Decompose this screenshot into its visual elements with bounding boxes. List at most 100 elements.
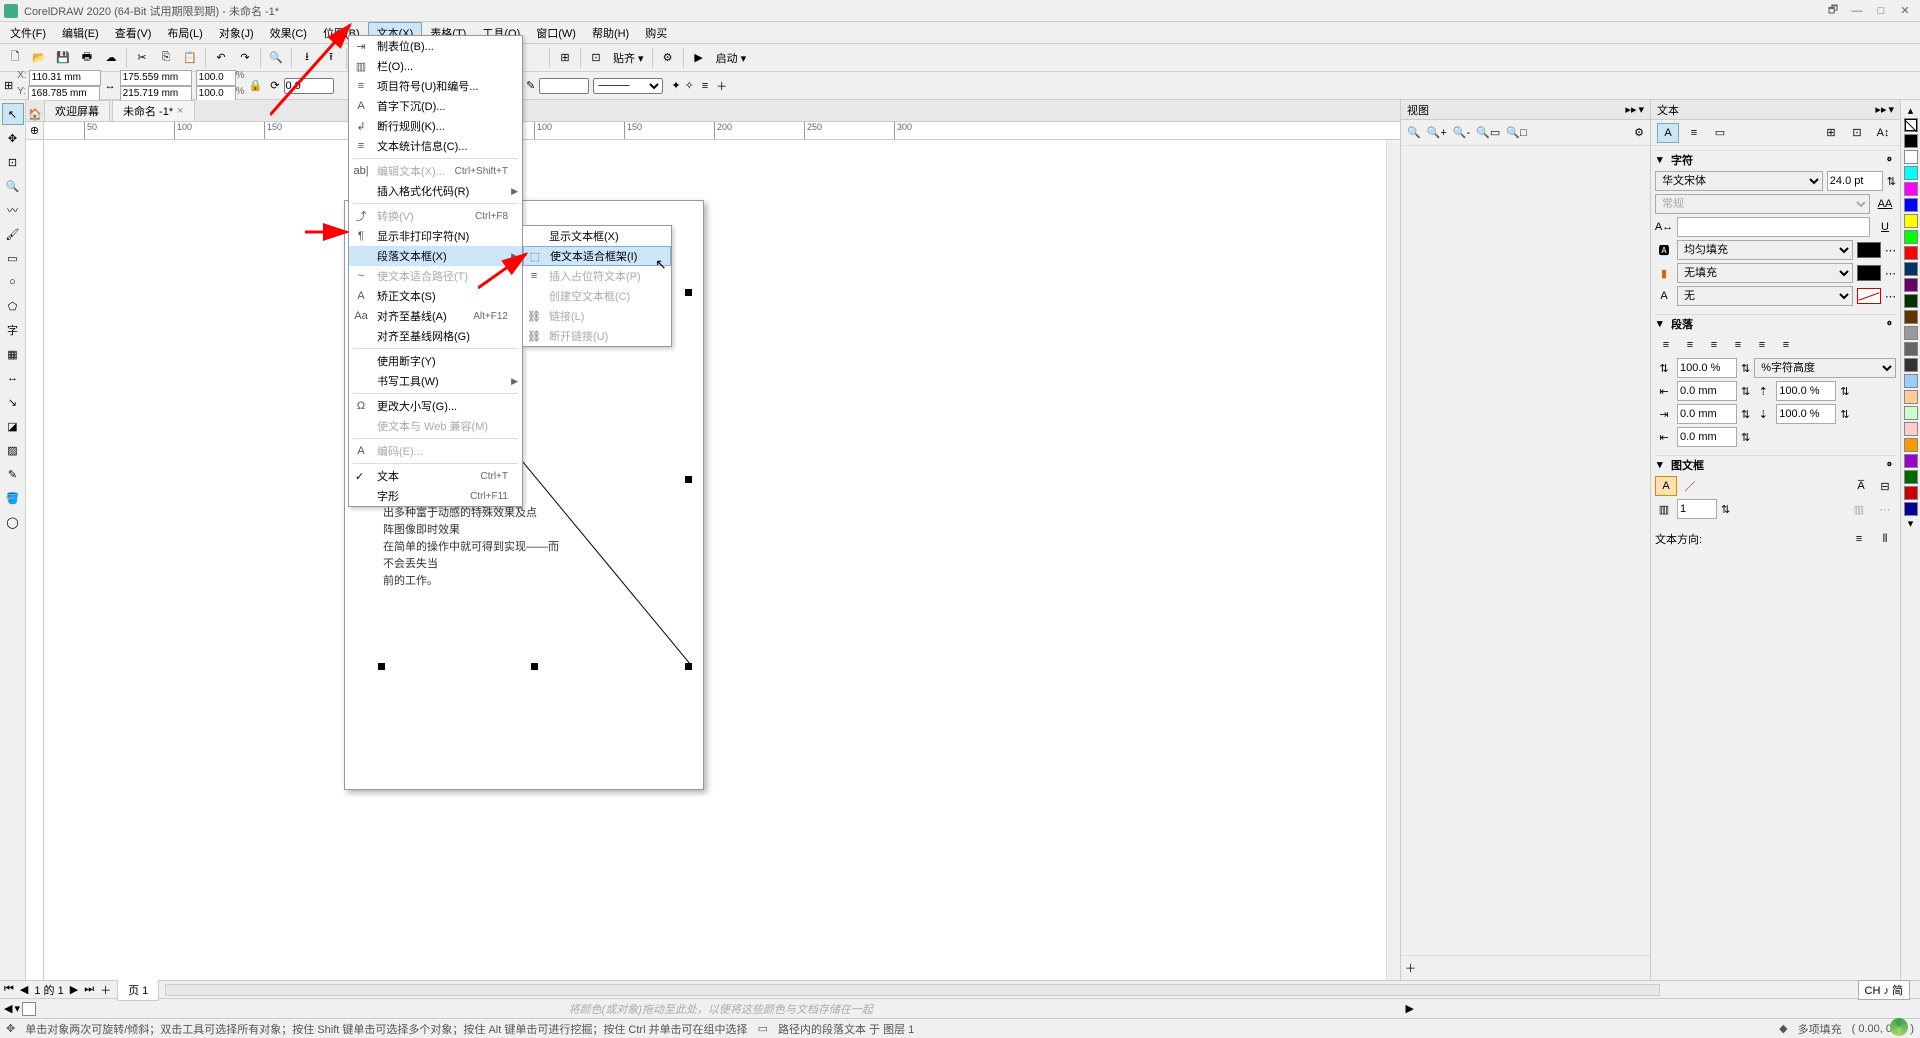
outline-style-select[interactable]: ────	[593, 78, 663, 94]
dropshadow-tool-icon[interactable]: ◪	[2, 415, 24, 437]
table-tool-icon[interactable]: ▦	[2, 343, 24, 365]
submenu-item[interactable]: 显示文本框(X)	[523, 226, 671, 246]
align-justify-icon[interactable]: ≡	[1727, 335, 1749, 355]
horizontal-ruler[interactable]: 50 100 150 200 50 100 150 200 250 300	[44, 122, 1400, 140]
outline-pen-icon[interactable]: ✎	[526, 79, 535, 92]
align-right-icon[interactable]: ≡	[1703, 335, 1725, 355]
palette-up-icon[interactable]: ▴	[1901, 104, 1920, 117]
horizontal-scrollbar[interactable]	[165, 984, 1660, 996]
frame-line-icon[interactable]: ／	[1679, 476, 1701, 496]
section-opts-icon[interactable]: ⚬	[1885, 458, 1894, 471]
dir-horizontal-icon[interactable]: ≡	[1848, 529, 1870, 549]
no-fill-swatch[interactable]	[22, 1002, 36, 1016]
page-tab[interactable]: 页 1	[117, 979, 159, 1001]
zoom-page-icon[interactable]: 🔍□	[1506, 126, 1526, 139]
zoom-out-icon[interactable]: 🔍-	[1453, 126, 1470, 139]
frame-tab-icon[interactable]: ▭	[1709, 123, 1731, 143]
crop-tool-icon[interactable]: ⊡	[2, 151, 24, 173]
indent-right-input[interactable]	[1677, 427, 1737, 447]
menu-item[interactable]: A首字下沉(D)...	[349, 96, 522, 116]
menu-item[interactable]: 插入格式化代码(R)▶	[349, 181, 522, 201]
fill-swatch-icon[interactable]: ◆	[1779, 1022, 1787, 1035]
font-style-select[interactable]: 常规	[1655, 194, 1870, 214]
color-swatch[interactable]	[1904, 230, 1918, 244]
more-icon[interactable]: ⋯	[1885, 244, 1896, 257]
panel-close-icon[interactable]: ▾	[1888, 103, 1894, 116]
color-swatch[interactable]	[1904, 134, 1918, 148]
menu-item[interactable]: Aa对齐至基线(A)Alt+F12	[349, 306, 522, 326]
panel-close-icon[interactable]: ▾	[1638, 103, 1644, 116]
para-tab-icon[interactable]: ≡	[1683, 123, 1705, 143]
color-swatch[interactable]	[1904, 166, 1918, 180]
open-icon[interactable]: 📂	[28, 47, 50, 69]
vertical-scrollbar[interactable]	[1386, 140, 1400, 980]
menu-item[interactable]: ▥栏(O)...	[349, 56, 522, 76]
menu-item[interactable]: 使用断字(Y)	[349, 351, 522, 371]
no-color-swatch[interactable]	[1904, 118, 1918, 132]
color-swatch[interactable]	[1904, 454, 1918, 468]
palette-menu-icon[interactable]: ▾	[14, 1002, 20, 1015]
freehand-tool-icon[interactable]: 〰	[2, 199, 24, 221]
launch-icon[interactable]: ▶	[688, 47, 710, 69]
paste-icon[interactable]: 📋	[179, 47, 201, 69]
effects1-icon[interactable]: ✦	[671, 79, 680, 92]
columns-input[interactable]	[1677, 499, 1717, 519]
panel-menu-icon[interactable]: ▸▸	[1875, 103, 1886, 116]
snap-dropdown[interactable]: 贴齐 ▾	[609, 50, 648, 66]
color-swatch[interactable]	[1904, 342, 1918, 356]
color-swatch[interactable]	[1904, 422, 1918, 436]
menu-edit[interactable]: 编辑(E)	[54, 23, 107, 43]
col-opt2-icon[interactable]: ⋯	[1874, 499, 1896, 519]
outline-tool-icon[interactable]: ◯	[2, 511, 24, 533]
align-left-icon[interactable]: ≡	[1655, 335, 1677, 355]
color-swatch[interactable]	[1904, 470, 1918, 484]
menu-item[interactable]: ≡项目符号(U)和编号...	[349, 76, 522, 96]
text-tool-icon[interactable]: 字	[2, 319, 24, 341]
origin-icon[interactable]: ⊞	[4, 79, 13, 92]
align-icon[interactable]: ≡	[702, 80, 708, 92]
color-swatch[interactable]	[1904, 438, 1918, 452]
bg-color-swatch[interactable]	[1857, 265, 1881, 281]
ellipse-tool-icon[interactable]: ○	[2, 271, 24, 293]
connector-tool-icon[interactable]: ↘	[2, 391, 24, 413]
shape-tool-icon[interactable]: ✥	[2, 127, 24, 149]
caret-icon[interactable]: ▾	[1657, 317, 1667, 330]
submenu-item[interactable]: ⬚使文本适合框架(I)	[523, 246, 671, 266]
font-size-input[interactable]	[1827, 171, 1883, 191]
fill-tool-icon[interactable]: 🪣	[2, 487, 24, 509]
undo-icon[interactable]: ↶	[210, 47, 232, 69]
add-icon[interactable]: ＋	[716, 78, 727, 94]
panel-menu-icon[interactable]: ▸▸	[1625, 103, 1636, 116]
col-opt1-icon[interactable]: ▥	[1848, 499, 1870, 519]
launch-dropdown[interactable]: 启动 ▾	[712, 50, 751, 66]
settings-icon[interactable]: ⚙	[1634, 126, 1644, 139]
color-swatch[interactable]	[1904, 310, 1918, 324]
menu-view[interactable]: 查看(V)	[107, 23, 160, 43]
opt1-icon[interactable]: ⊞	[1820, 123, 1842, 143]
cut-icon[interactable]: ✂	[131, 47, 153, 69]
outline-select[interactable]: 无	[1677, 286, 1853, 306]
kerning-input[interactable]	[1677, 217, 1870, 237]
menu-layout[interactable]: 布局(L)	[159, 23, 210, 43]
rectangle-tool-icon[interactable]: ▭	[2, 247, 24, 269]
menu-help[interactable]: 帮助(H)	[584, 23, 637, 43]
color-swatch[interactable]	[1904, 182, 1918, 196]
transparency-tool-icon[interactable]: ▨	[2, 439, 24, 461]
caret-icon[interactable]: ▾	[1657, 458, 1667, 471]
color-swatch[interactable]	[1904, 262, 1918, 276]
dir-vertical-icon[interactable]: ⦀	[1874, 529, 1896, 549]
spinner-icon[interactable]: ⇅	[1840, 408, 1849, 421]
color-swatch[interactable]	[1904, 294, 1918, 308]
color-swatch[interactable]	[1904, 198, 1918, 212]
more-icon[interactable]: ⋯	[1885, 267, 1896, 280]
color-swatch[interactable]	[1904, 358, 1918, 372]
handle[interactable]	[378, 663, 385, 670]
spinner-icon[interactable]: ⇅	[1741, 431, 1750, 444]
artistic-media-icon[interactable]: 🖌	[2, 223, 24, 245]
minimize-icon[interactable]: —	[1846, 3, 1868, 19]
spinner-icon[interactable]: ⇅	[1741, 385, 1750, 398]
underline2-icon[interactable]: U	[1874, 217, 1896, 237]
eyedropper-tool-icon[interactable]: ✎	[2, 463, 24, 485]
polygon-tool-icon[interactable]: ⬠	[2, 295, 24, 317]
last-page-icon[interactable]: ⏭	[84, 983, 94, 996]
